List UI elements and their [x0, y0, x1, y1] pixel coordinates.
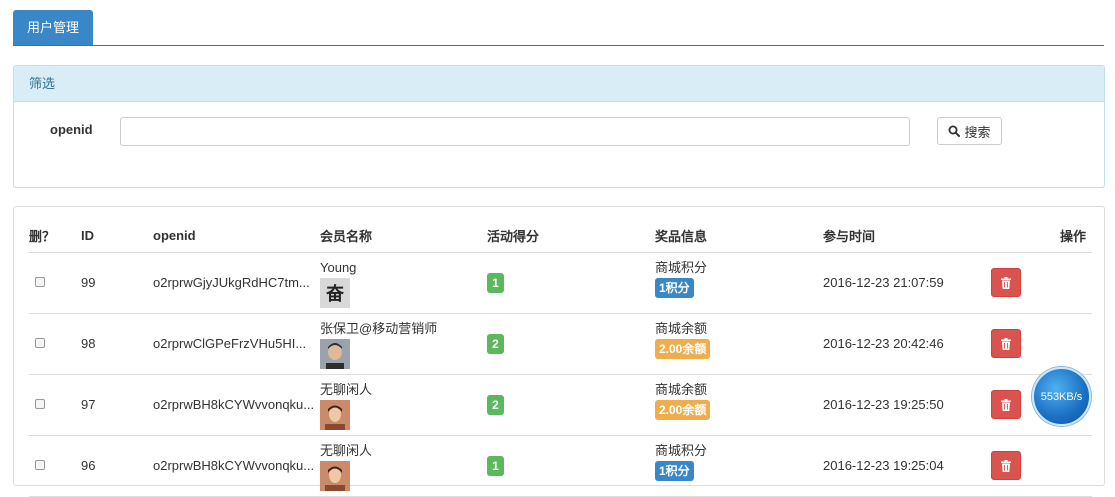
- row-openid: o2rprwBH8kCYWvvonqku...: [153, 374, 320, 436]
- member-name: 张保卫@移动营销师: [320, 320, 438, 336]
- score-badge: 1: [487, 455, 504, 476]
- row-id: 97: [81, 374, 153, 436]
- row-time: 2016-12-23 20:42:46: [823, 313, 991, 375]
- prize-value-badge: 1积分: [655, 277, 694, 298]
- search-button[interactable]: 搜索: [937, 117, 1002, 145]
- user-table: 删？ ID openid 会员名称 活动得分 奖品信息 参与时间 操作 99 o…: [29, 220, 1092, 497]
- row-id: 99: [81, 252, 153, 314]
- prize-type: 商城余额: [655, 320, 708, 336]
- table-row: 98 o2rprwClGPeFrzVHu5HI... 张保卫@移动营销师 2 商…: [29, 313, 1092, 375]
- prize-value-badge: 2.00余额: [655, 338, 711, 359]
- openid-input[interactable]: [120, 117, 910, 146]
- score-badge: 2: [487, 333, 504, 354]
- row-select-checkbox[interactable]: [35, 460, 45, 470]
- trash-icon: [1001, 398, 1011, 411]
- row-select-checkbox[interactable]: [35, 399, 45, 409]
- prize-value-badge: 2.00余额: [655, 399, 711, 420]
- search-icon: [948, 125, 961, 137]
- tab-user-management[interactable]: 用户管理: [13, 10, 93, 46]
- member-avatar: 奋: [320, 277, 350, 308]
- row-select-checkbox[interactable]: [35, 277, 45, 287]
- table-row: 96 o2rprwBH8kCYWvvonqku... 无聊闲人 1 商城积分 1…: [29, 435, 1092, 497]
- filter-panel-heading: 筛选: [14, 66, 1104, 102]
- table-row: 99 o2rprwGjyJUkgRdHC7tm... Young 奋 1 商城积…: [29, 252, 1092, 314]
- row-time: 2016-12-23 21:07:59: [823, 252, 991, 314]
- score-badge: 2: [487, 394, 504, 415]
- col-header-openid: openid: [153, 220, 320, 253]
- member-avatar: [320, 338, 350, 369]
- prize-type: 商城积分: [655, 259, 708, 275]
- network-speed-widget[interactable]: 553KB/s: [1032, 367, 1091, 426]
- row-id: 98: [81, 313, 153, 375]
- filter-panel: 筛选 openid 搜索: [13, 65, 1105, 188]
- prize-type: 商城积分: [655, 442, 708, 458]
- prize-type: 商城余额: [655, 381, 708, 397]
- row-openid: o2rprwGjyJUkgRdHC7tm...: [153, 252, 320, 314]
- user-table-panel: 删？ ID openid 会员名称 活动得分 奖品信息 参与时间 操作 99 o…: [13, 206, 1105, 497]
- col-header-id: ID: [81, 220, 153, 253]
- prize-value-badge: 1积分: [655, 460, 694, 481]
- row-id: 96: [81, 435, 153, 497]
- table-row: 97 o2rprwBH8kCYWvvonqku... 无聊闲人 2 商城余额 2…: [29, 374, 1092, 436]
- col-header-delete: 删？: [29, 220, 81, 253]
- col-header-actions: 操作: [991, 220, 1092, 253]
- table-header-row: 删？ ID openid 会员名称 活动得分 奖品信息 参与时间 操作: [29, 220, 1092, 253]
- row-time: 2016-12-23 19:25:04: [823, 435, 991, 497]
- member-name: 无聊闲人: [320, 381, 373, 397]
- col-header-prize: 奖品信息: [655, 220, 823, 253]
- tab-bar: 用户管理: [0, 0, 1115, 47]
- delete-button[interactable]: [991, 451, 1021, 480]
- member-name: Young: [320, 259, 357, 275]
- delete-button[interactable]: [991, 329, 1021, 358]
- row-time: 2016-12-23 19:25:50: [823, 374, 991, 436]
- search-button-label: 搜索: [964, 124, 991, 140]
- member-name: 无聊闲人: [320, 442, 373, 458]
- delete-button[interactable]: [991, 390, 1021, 419]
- openid-label: openid: [50, 122, 93, 137]
- tab-bar-divider: [13, 45, 1104, 46]
- svg-text:奋: 奋: [325, 283, 345, 305]
- col-header-time: 参与时间: [823, 220, 991, 253]
- row-openid: o2rprwClGPeFrzVHu5HI...: [153, 313, 320, 375]
- trash-icon: [1001, 276, 1011, 289]
- row-select-checkbox[interactable]: [35, 338, 45, 348]
- col-header-member-name: 会员名称: [320, 220, 487, 253]
- trash-icon: [1001, 337, 1011, 350]
- member-avatar: [320, 460, 350, 491]
- member-avatar: [320, 399, 350, 430]
- row-openid: o2rprwBH8kCYWvvonqku...: [153, 435, 320, 497]
- delete-button[interactable]: [991, 268, 1021, 297]
- score-badge: 1: [487, 272, 504, 293]
- col-header-score: 活动得分: [487, 220, 655, 253]
